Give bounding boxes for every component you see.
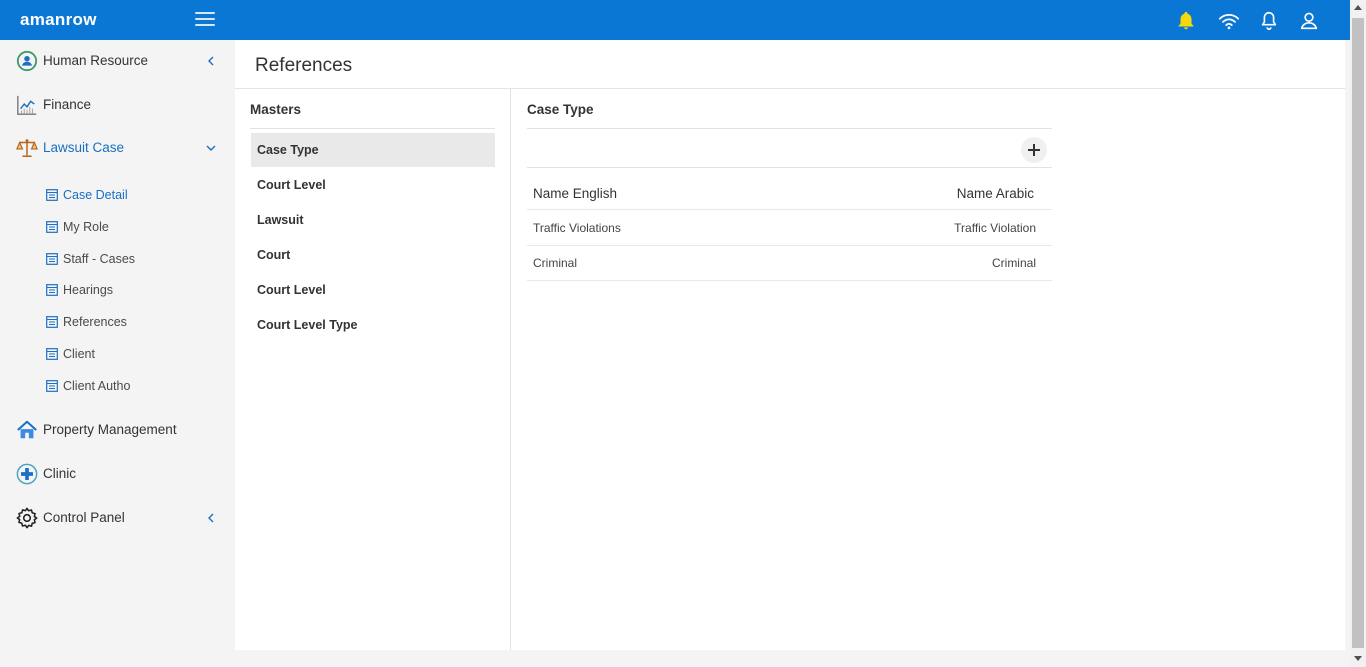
nav-sub-label: My Role	[63, 220, 109, 234]
master-item-court-level-2[interactable]: Court Level	[251, 273, 495, 307]
header-divider	[527, 209, 1052, 210]
sidebar: Human Resource Finance Lawsuit Case Case…	[0, 40, 235, 667]
human-resource-icon	[16, 50, 38, 72]
nav-finance[interactable]: Finance	[0, 87, 235, 123]
top-bar: amanrow	[0, 0, 1366, 40]
master-item-lawsuit[interactable]: Lawsuit	[251, 203, 495, 237]
user-profile-icon[interactable]	[1298, 10, 1320, 32]
scroll-down-arrow-icon[interactable]	[1354, 656, 1362, 661]
list-window-icon	[46, 284, 58, 296]
master-item-label: Lawsuit	[257, 213, 304, 227]
nav-sub-label: Client Autho	[63, 379, 131, 393]
nav-sub-label: Staff - Cases	[63, 252, 136, 266]
column-header-name-english[interactable]: Name English	[533, 186, 617, 201]
nav-sub-label: Hearings	[63, 283, 114, 297]
cell-name-english[interactable]: Traffic Violations	[533, 221, 621, 235]
page-title: References	[255, 55, 353, 76]
toolbar-divider	[527, 167, 1052, 168]
nav-label-human-resource: Human Resource	[43, 53, 149, 68]
chevron-down-icon	[206, 145, 216, 151]
case-type-panel: Case Type Name English Name Arabic Traff…	[527, 89, 1052, 389]
cell-name-arabic[interactable]: Criminal	[992, 256, 1036, 270]
nav-property-management[interactable]: Property Management	[0, 412, 235, 448]
main-content: References Masters Case Type Court Level…	[235, 40, 1345, 650]
nav-sub-label: Case Detail	[63, 188, 128, 202]
page-scrollbar[interactable]	[1350, 0, 1366, 667]
detail-title-divider	[527, 128, 1052, 129]
wifi-icon[interactable]	[1218, 10, 1240, 32]
chevron-left-icon	[208, 56, 214, 66]
cell-name-arabic[interactable]: Traffic Violation	[954, 221, 1036, 235]
scroll-up-arrow-icon[interactable]	[1354, 5, 1362, 10]
nav-label-control-panel: Control Panel	[43, 510, 125, 525]
master-item-case-type[interactable]: Case Type	[251, 133, 495, 167]
master-item-court-level[interactable]: Court Level	[251, 168, 495, 202]
master-item-label: Court Level	[257, 178, 326, 192]
column-header-name-arabic[interactable]: Name Arabic	[957, 186, 1034, 201]
nav-sub-case-detail[interactable]: Case Detail	[0, 182, 235, 208]
nav-sub-client[interactable]: Client	[0, 341, 235, 367]
nav-label-lawsuit-case: Lawsuit Case	[43, 140, 125, 155]
nav-sub-client-autho[interactable]: Client Autho	[0, 373, 235, 399]
masters-divider	[250, 128, 495, 129]
menu-toggle-icon[interactable]	[195, 12, 215, 28]
nav-sub-hearings[interactable]: Hearings	[0, 277, 235, 303]
row-divider	[527, 245, 1052, 246]
nav-sub-label: Client	[63, 347, 95, 361]
nav-sub-references[interactable]: References	[0, 309, 235, 335]
list-window-icon	[46, 253, 58, 265]
nav-lawsuit-case[interactable]: Lawsuit Case	[0, 130, 235, 166]
nav-sub-my-role[interactable]: My Role	[0, 214, 235, 240]
add-button[interactable]	[1021, 137, 1047, 163]
scales-justice-icon	[16, 139, 38, 157]
home-icon	[17, 420, 37, 439]
masters-title: Masters	[250, 102, 302, 117]
list-window-icon	[46, 189, 58, 201]
nav-label-property-management: Property Management	[43, 422, 177, 437]
list-window-icon	[46, 380, 58, 392]
master-item-court[interactable]: Court	[251, 238, 495, 272]
scroll-thumb[interactable]	[1352, 18, 1364, 648]
master-item-label: Court	[257, 248, 291, 262]
master-item-label: Court Level Type	[257, 318, 358, 332]
list-window-icon	[46, 221, 58, 233]
medical-cross-icon	[16, 463, 38, 485]
cell-name-english[interactable]: Criminal	[533, 256, 577, 270]
list-window-icon	[46, 348, 58, 360]
chevron-left-icon	[208, 513, 214, 523]
nav-label-clinic: Clinic	[43, 466, 77, 481]
alert-bell-icon[interactable]	[1175, 10, 1197, 32]
row-divider	[527, 280, 1052, 281]
nav-clinic[interactable]: Clinic	[0, 456, 235, 492]
gear-icon	[16, 507, 38, 529]
notification-bell-icon[interactable]	[1258, 10, 1280, 32]
master-item-label: Court Level	[257, 283, 326, 297]
nav-sub-label: References	[63, 315, 127, 329]
list-window-icon	[46, 316, 58, 328]
masters-panel: Masters Case Type Court Level Lawsuit Co…	[235, 89, 511, 650]
master-item-label: Case Type	[257, 143, 319, 157]
detail-title: Case Type	[527, 102, 594, 117]
nav-label-finance: Finance	[43, 97, 92, 112]
master-item-court-level-type[interactable]: Court Level Type	[251, 308, 495, 342]
brand-logo[interactable]: amanrow	[20, 10, 97, 30]
finance-chart-icon	[17, 95, 37, 115]
nav-human-resource[interactable]: Human Resource	[0, 43, 235, 79]
nav-control-panel[interactable]: Control Panel	[0, 500, 235, 536]
nav-sub-staff-cases[interactable]: Staff - Cases	[0, 246, 235, 272]
